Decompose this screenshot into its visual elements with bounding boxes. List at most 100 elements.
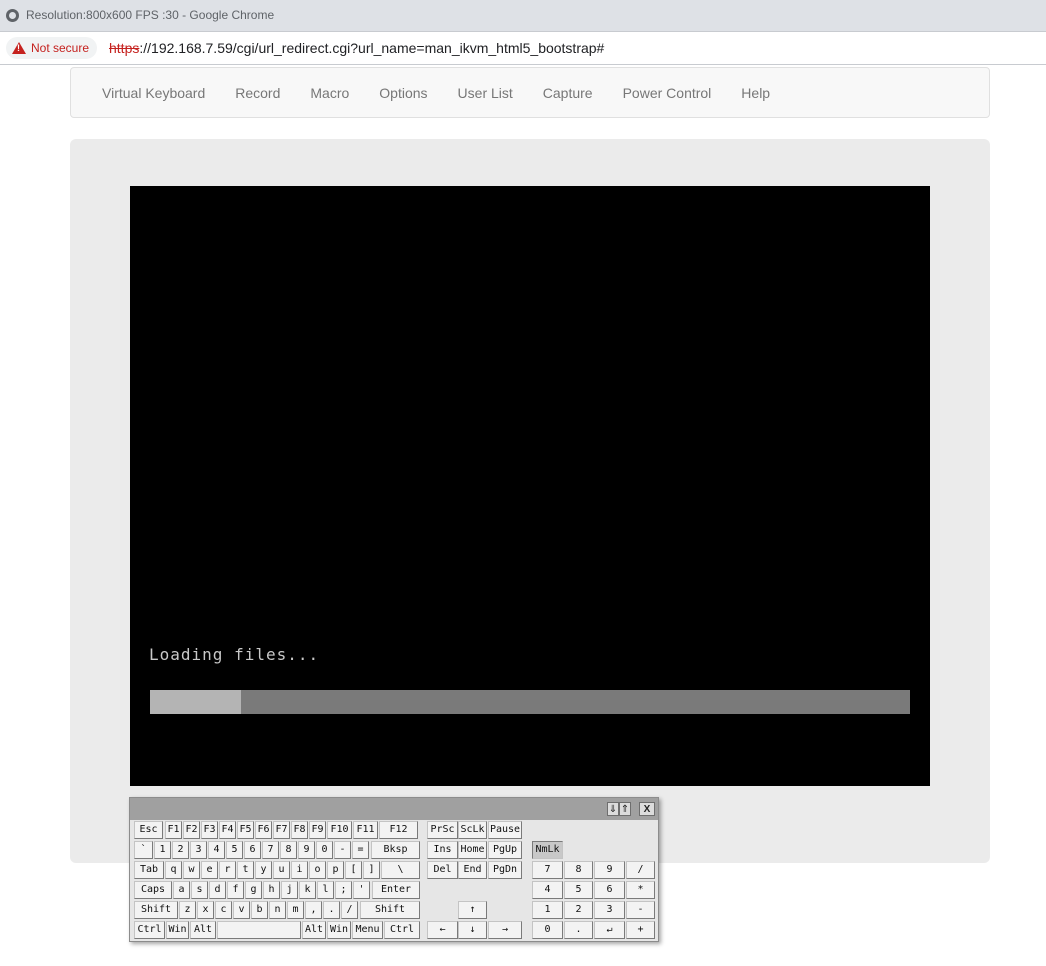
nav-macro[interactable]: Macro (310, 85, 349, 101)
key-4[interactable]: 4 (532, 881, 563, 899)
key-9[interactable]: 9 (594, 861, 625, 879)
key-9[interactable]: 9 (298, 841, 315, 859)
key-sym1-11[interactable]: - (334, 841, 351, 859)
key-ctrl[interactable]: Ctrl (134, 921, 165, 939)
key-pgup[interactable]: PgUp (488, 841, 522, 859)
key-sym1-0[interactable]: ` (134, 841, 153, 859)
key-6[interactable]: 6 (244, 841, 261, 859)
key-0[interactable]: 0 (316, 841, 333, 859)
key-2[interactable]: 2 (564, 901, 593, 919)
key-f7[interactable]: F7 (273, 821, 290, 839)
key-0[interactable]: 0 (532, 921, 563, 939)
key-f8[interactable]: F8 (291, 821, 308, 839)
key-y[interactable]: y (255, 861, 272, 879)
nav-capture[interactable]: Capture (543, 85, 593, 101)
key-ins[interactable]: Ins (427, 841, 458, 859)
key-f5[interactable]: F5 (237, 821, 254, 839)
security-indicator[interactable]: Not secure (6, 37, 98, 59)
key-f9[interactable]: F9 (309, 821, 326, 839)
key-f12[interactable]: F12 (379, 821, 418, 839)
key-prsc[interactable]: PrSc (427, 821, 458, 839)
key-bksp[interactable]: Bksp (371, 841, 420, 859)
url-text[interactable]: https://192.168.7.59/cgi/url_redirect.cg… (109, 40, 604, 56)
key-caps[interactable]: Caps (134, 881, 172, 899)
key-sym1-12[interactable]: = (352, 841, 369, 859)
key-sym5-13[interactable]: ↵ (594, 921, 625, 939)
key-b[interactable]: b (251, 901, 268, 919)
key-sym4-12[interactable]: ↑ (458, 901, 487, 919)
scroll-up-icon[interactable]: ⇑ (619, 802, 631, 816)
key-nmlk[interactable]: NmLk (532, 841, 563, 859)
key-t[interactable]: t (237, 861, 254, 879)
key-x[interactable]: x (197, 901, 214, 919)
key-3[interactable]: 3 (594, 901, 625, 919)
virtual-keyboard-titlebar[interactable]: ⇓ ⇑ X (130, 798, 658, 820)
key-o[interactable]: o (309, 861, 326, 879)
key-4[interactable]: 4 (208, 841, 225, 859)
key-f2[interactable]: F2 (183, 821, 200, 839)
key-a[interactable]: a (173, 881, 190, 899)
key-w[interactable]: w (183, 861, 200, 879)
key-8[interactable]: 8 (564, 861, 593, 879)
key-e[interactable]: e (201, 861, 218, 879)
key-d[interactable]: d (209, 881, 226, 899)
key-r[interactable]: r (219, 861, 236, 879)
key-sym5-9[interactable]: ↓ (458, 921, 487, 939)
key-z[interactable]: z (179, 901, 196, 919)
key-sym4-9[interactable]: . (323, 901, 340, 919)
key-sym4-8[interactable]: , (305, 901, 322, 919)
key-sym5-12[interactable]: . (564, 921, 593, 939)
key-alt[interactable]: Alt (302, 921, 326, 939)
key-k[interactable]: k (299, 881, 316, 899)
key-win[interactable]: Win (327, 921, 351, 939)
key-sym5-8[interactable]: ← (427, 921, 458, 939)
key-end[interactable]: End (458, 861, 487, 879)
key-1[interactable]: 1 (532, 901, 563, 919)
scroll-down-icon[interactable]: ⇓ (607, 802, 619, 816)
address-bar[interactable]: Not secure https://192.168.7.59/cgi/url_… (0, 32, 1046, 65)
key-j[interactable]: j (281, 881, 298, 899)
nav-record[interactable]: Record (235, 85, 280, 101)
key-5[interactable]: 5 (226, 841, 243, 859)
key-sym3-16[interactable]: * (626, 881, 655, 899)
key-sym2-13[interactable]: \ (381, 861, 420, 879)
nav-user-list[interactable]: User List (458, 85, 513, 101)
key-g[interactable]: g (245, 881, 262, 899)
key-v[interactable]: v (233, 901, 250, 919)
key-n[interactable]: n (269, 901, 286, 919)
key-sym3-11[interactable]: ' (353, 881, 370, 899)
key-u[interactable]: u (273, 861, 290, 879)
key-home[interactable]: Home (458, 841, 487, 859)
key-c[interactable]: c (215, 901, 232, 919)
key-sym4-10[interactable]: / (341, 901, 358, 919)
key-f[interactable]: f (227, 881, 244, 899)
key-del[interactable]: Del (427, 861, 458, 879)
key-ctrl[interactable]: Ctrl (384, 921, 420, 939)
key-f1[interactable]: F1 (165, 821, 182, 839)
key-p[interactable]: p (327, 861, 344, 879)
key-sym2-12[interactable]: ] (363, 861, 380, 879)
nav-virtual-keyboard[interactable]: Virtual Keyboard (102, 85, 205, 101)
key-m[interactable]: m (287, 901, 304, 919)
key-tab[interactable]: Tab (134, 861, 164, 879)
key-1[interactable]: 1 (154, 841, 171, 859)
key-f11[interactable]: F11 (353, 821, 378, 839)
key-win[interactable]: Win (166, 921, 189, 939)
key-sym3-10[interactable]: ; (335, 881, 352, 899)
key-f10[interactable]: F10 (327, 821, 352, 839)
key-5[interactable]: 5 (564, 881, 593, 899)
key-q[interactable]: q (165, 861, 182, 879)
key-f4[interactable]: F4 (219, 821, 236, 839)
nav-options[interactable]: Options (379, 85, 427, 101)
key-space[interactable] (217, 921, 301, 939)
key-s[interactable]: s (191, 881, 208, 899)
key-i[interactable]: i (291, 861, 308, 879)
key-shift[interactable]: Shift (134, 901, 178, 919)
key-sym5-10[interactable]: → (488, 921, 522, 939)
key-shift[interactable]: Shift (360, 901, 420, 919)
key-sclk[interactable]: ScLk (458, 821, 487, 839)
key-f3[interactable]: F3 (201, 821, 218, 839)
key-pgdn[interactable]: PgDn (488, 861, 522, 879)
key-esc[interactable]: Esc (134, 821, 163, 839)
key-sym4-16[interactable]: - (626, 901, 655, 919)
